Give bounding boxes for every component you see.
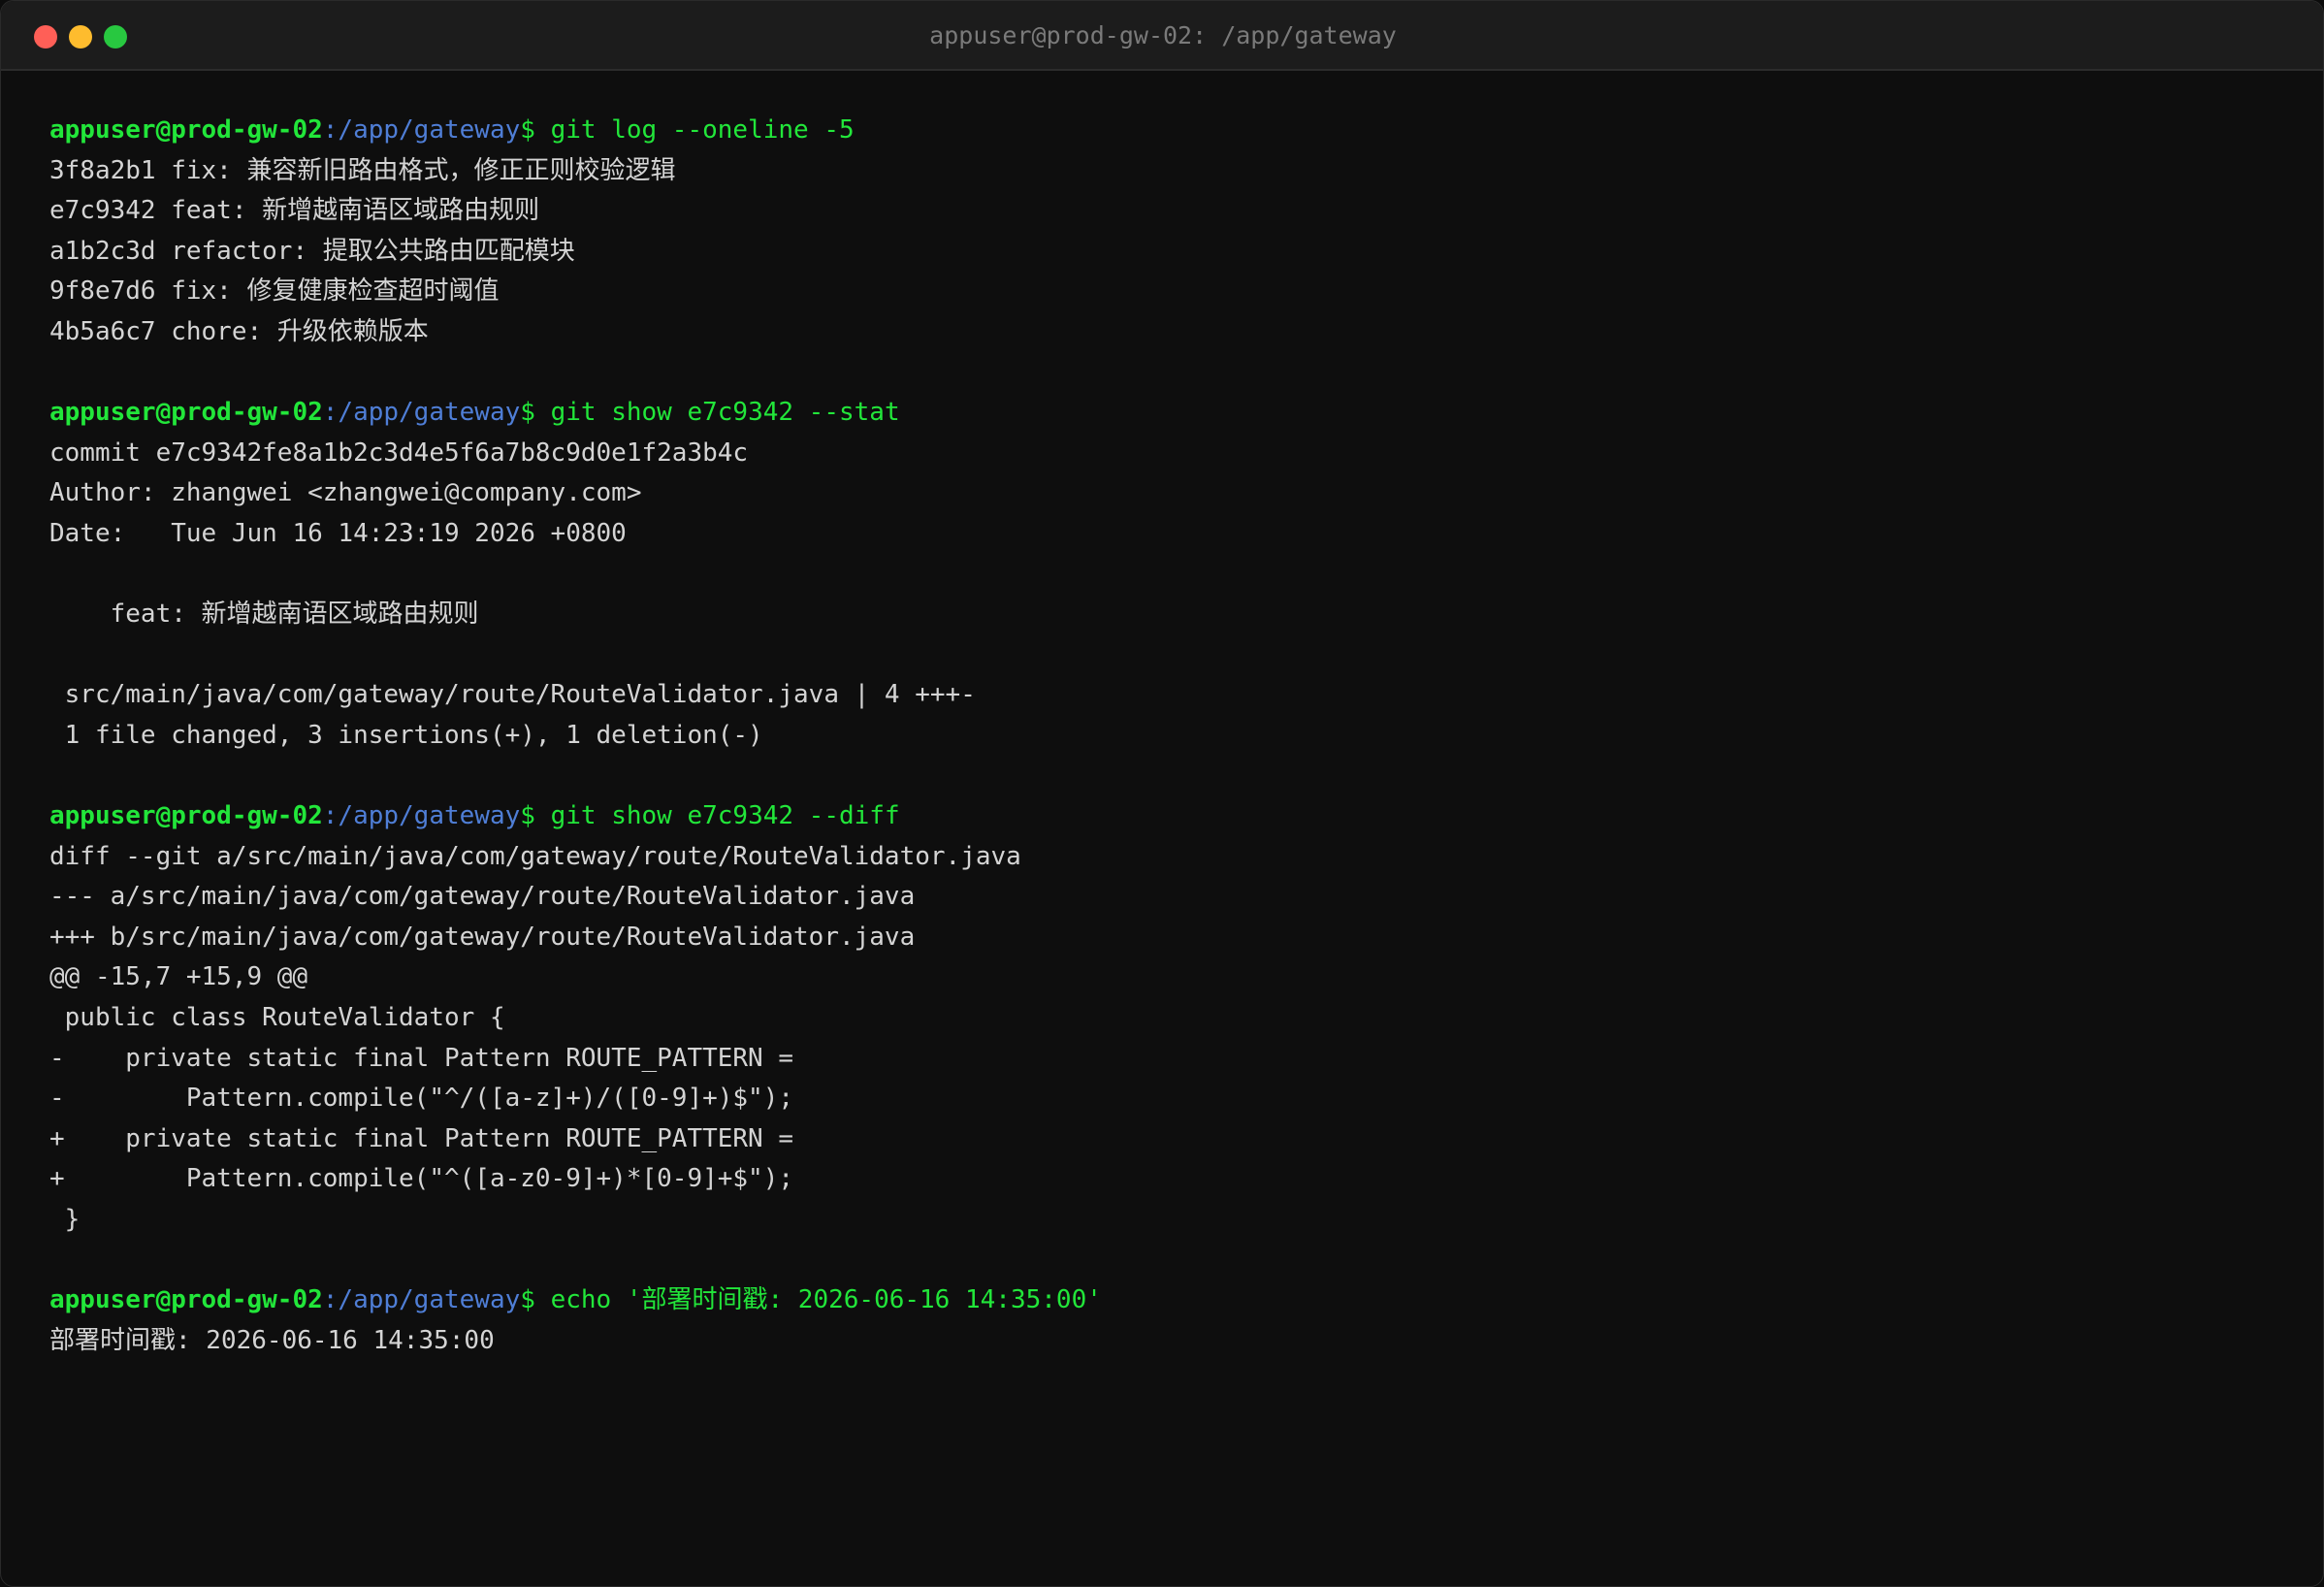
output-line: 3f8a2b1 fix: 兼容新旧路由格式，修正正则校验逻辑 — [49, 155, 676, 185]
output-line: 9f8e7d6 fix: 修复健康检查超时阈值 — [49, 276, 500, 307]
command-text: git show e7c9342 --stat — [550, 398, 900, 428]
diff-line: public class RouteValidator { — [49, 1003, 505, 1033]
prompt-line: appuser@prod-gw-02:/app/gateway$ git sho… — [49, 796, 2280, 837]
prompt-symbol: $ — [520, 1285, 551, 1315]
prompt-path: :/app/gateway — [322, 398, 521, 428]
output-line: 4b5a6c7 chore: 升级依赖版本 — [49, 316, 429, 346]
prompt-line: appuser@prod-gw-02:/app/gateway$ git sho… — [49, 393, 2280, 434]
diff-line: - Pattern.compile("^/([a-z]+)/([0-9]+)$"… — [49, 1084, 794, 1114]
output-line: a1b2c3d refactor: 提取公共路由匹配模块 — [49, 236, 575, 266]
prompt-user-host: appuser@prod-gw-02 — [49, 398, 323, 428]
diff-line: +++ b/src/main/java/com/gateway/route/Ro… — [49, 922, 916, 952]
output-line: src/main/java/com/gateway/route/RouteVal… — [49, 680, 976, 710]
diff-line: --- a/src/main/java/com/gateway/route/Ro… — [49, 882, 916, 912]
diff-line: - private static final Pattern ROUTE_PAT… — [49, 1043, 794, 1073]
command-text: git log --oneline -5 — [550, 115, 855, 145]
prompt-line: appuser@prod-gw-02:/app/gateway$ echo '部… — [49, 1280, 2280, 1321]
output-line: commit e7c9342fe8a1b2c3d4e5f6a7b8c9d0e1f… — [49, 437, 749, 468]
title-bar: appuser@prod-gw-02: /app/gateway — [1, 1, 2323, 71]
terminal-window: appuser@prod-gw-02: /app/gateway appuser… — [0, 0, 2324, 1587]
window-title: appuser@prod-gw-02: /app/gateway — [929, 21, 1397, 49]
output-line: 部署时间戳: 2026-06-16 14:35:00 — [49, 1325, 495, 1355]
prompt-user-host: appuser@prod-gw-02 — [49, 115, 323, 145]
prompt-user-host: appuser@prod-gw-02 — [49, 1285, 323, 1315]
output-line: e7c9342 feat: 新增越南语区域路由规则 — [49, 196, 540, 226]
prompt-symbol: $ — [520, 801, 551, 831]
output-line: 1 file changed, 3 insertions(+), 1 delet… — [49, 720, 763, 750]
command-text: git show e7c9342 --diff — [550, 801, 900, 831]
diff-line: } — [49, 1205, 81, 1235]
prompt-path: :/app/gateway — [322, 1285, 521, 1315]
prompt-path: :/app/gateway — [322, 801, 521, 831]
diff-line: @@ -15,7 +15,9 @@ — [49, 962, 308, 992]
output-line: Date: Tue Jun 16 14:23:19 2026 +0800 — [49, 518, 627, 548]
prompt-user-host: appuser@prod-gw-02 — [49, 801, 323, 831]
command-text: echo '部署时间戳: 2026-06-16 14:35:00' — [550, 1285, 1102, 1315]
prompt-symbol: $ — [520, 115, 551, 145]
output-line: feat: 新增越南语区域路由规则 — [49, 599, 479, 630]
terminal-output[interactable]: appuser@prod-gw-02:/app/gateway$ git log… — [49, 111, 2280, 1361]
prompt-line: appuser@prod-gw-02:/app/gateway$ git log… — [49, 111, 2280, 151]
prompt-path: :/app/gateway — [322, 115, 521, 145]
diff-line: diff --git a/src/main/java/com/gateway/r… — [49, 841, 1021, 871]
output-line: Author: zhangwei <zhangwei@company.com> — [49, 478, 642, 508]
diff-line: + Pattern.compile("^([a-z0-9]+)*[0-9]+$"… — [49, 1164, 794, 1194]
prompt-symbol: $ — [520, 398, 551, 428]
diff-line: + private static final Pattern ROUTE_PAT… — [49, 1123, 794, 1153]
